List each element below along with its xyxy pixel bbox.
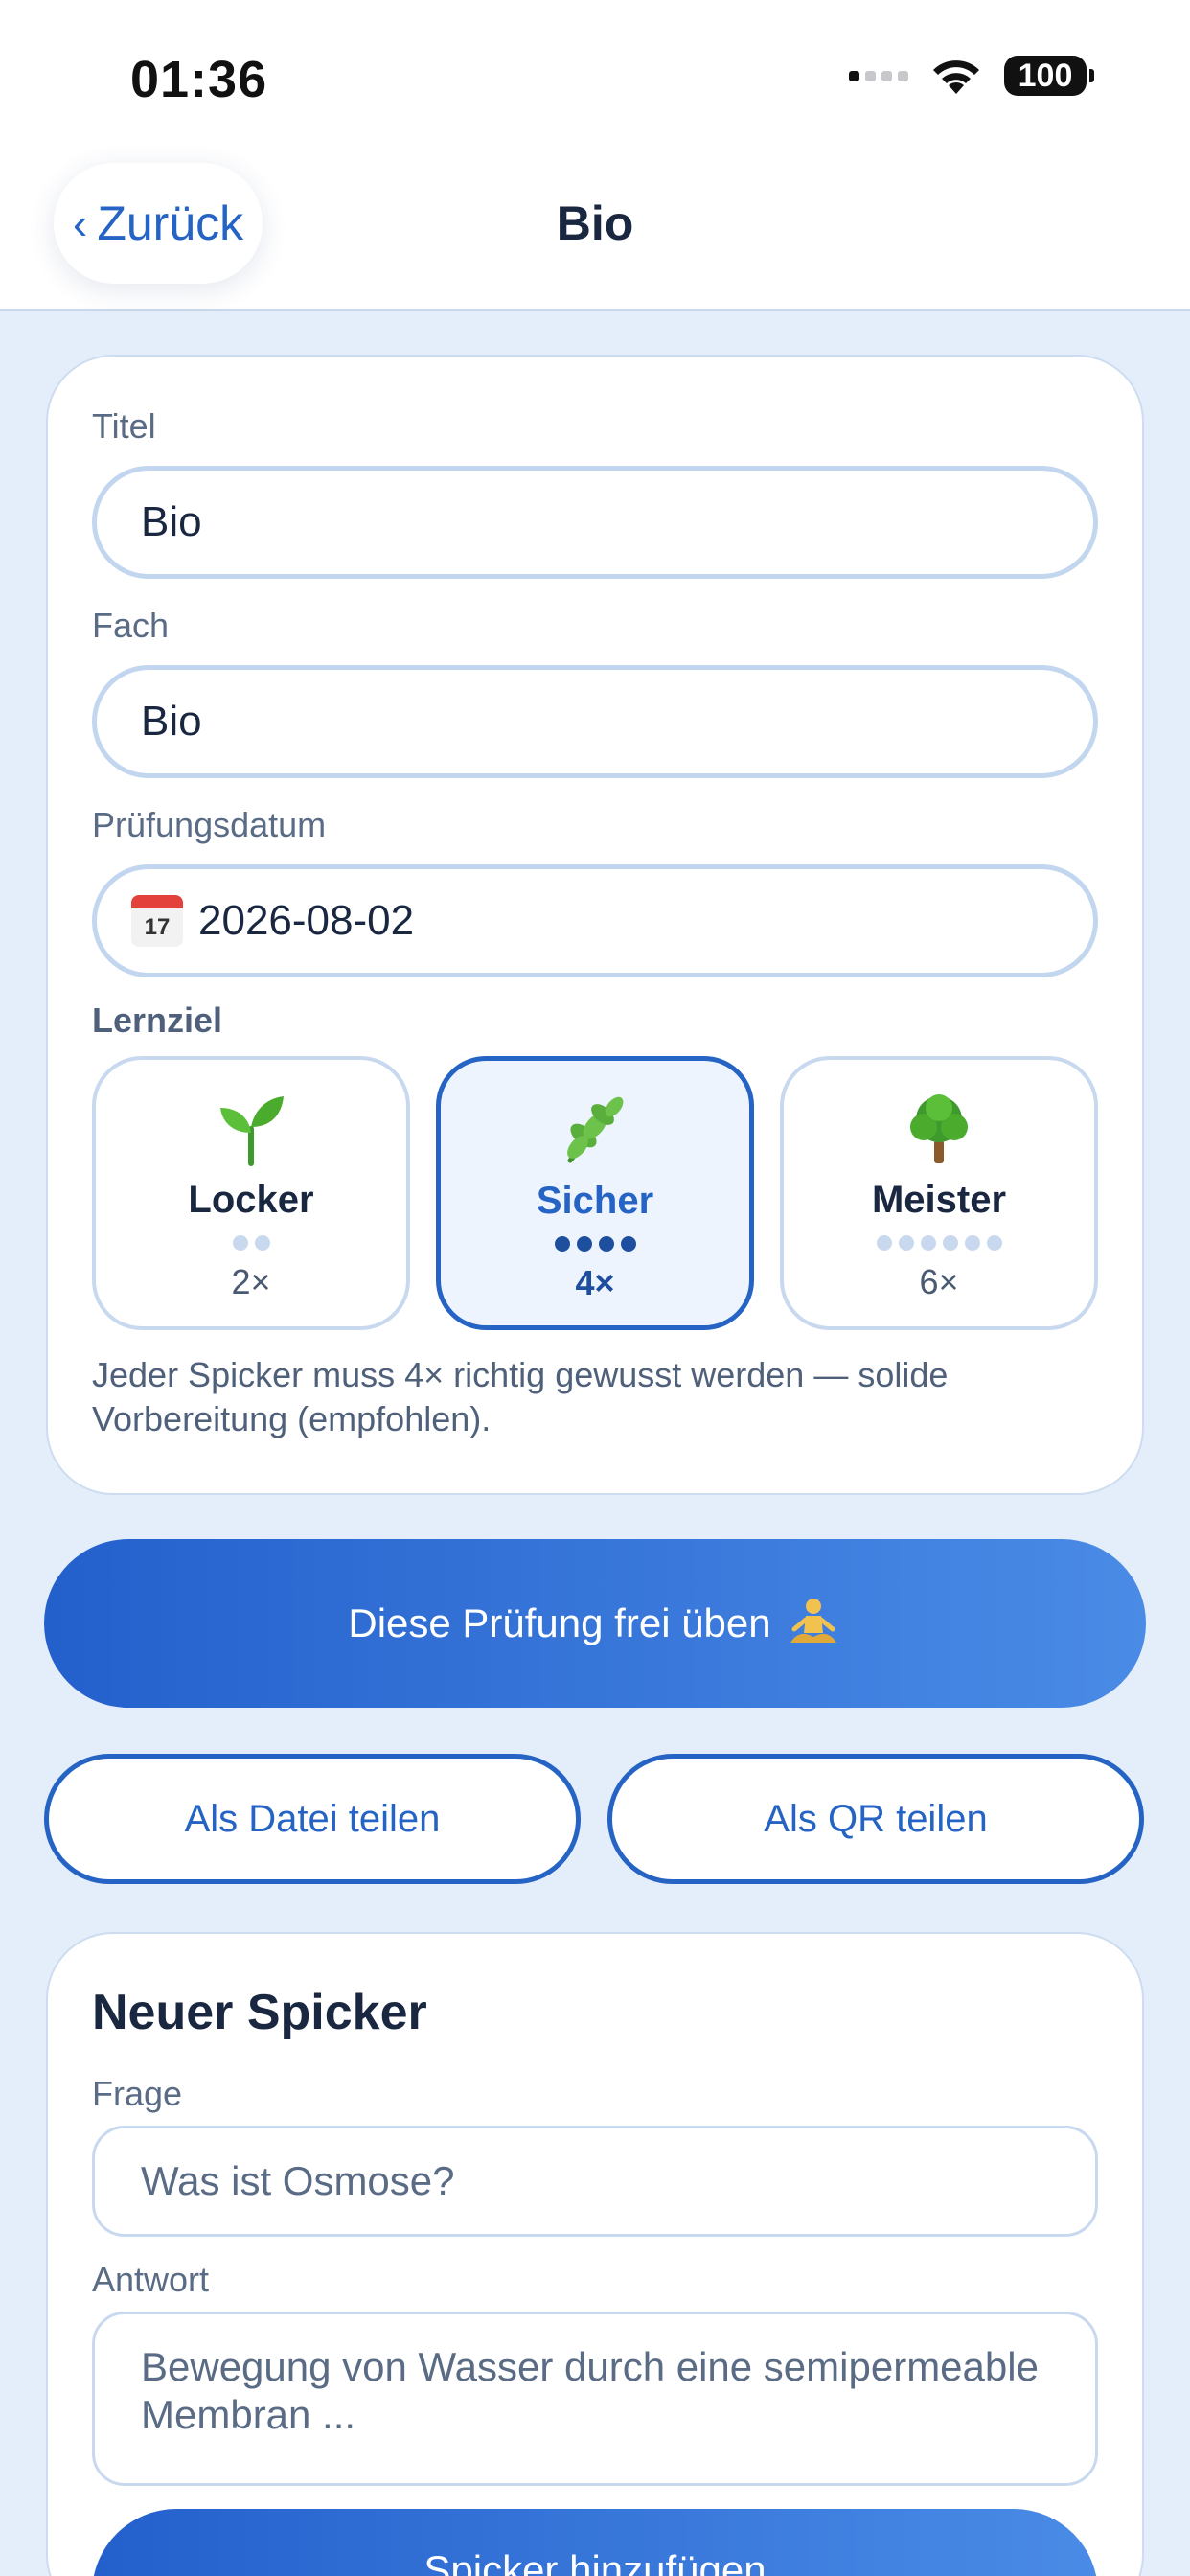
practice-exam-button[interactable]: Diese Prüfung frei üben — [44, 1539, 1146, 1708]
goal-name: Sicher — [536, 1180, 654, 1222]
share-file-button[interactable]: Als Datei teilen — [44, 1754, 581, 1884]
goal-option-locker[interactable]: Locker 2× — [92, 1056, 410, 1330]
calendar-icon: 17 — [131, 895, 183, 947]
goal-dots — [554, 1236, 636, 1252]
subject-label: Fach — [92, 606, 170, 645]
answer-label: Antwort — [92, 2260, 210, 2299]
title-field[interactable]: Bio — [92, 466, 1098, 579]
new-card-heading: Neuer Spicker — [92, 1985, 427, 2040]
goal-dots — [232, 1235, 270, 1251]
subject-field[interactable]: Bio — [92, 665, 1098, 778]
new-card-section: Neuer Spicker Frage Was ist Osmose? Antw… — [46, 1932, 1144, 2576]
goal-description: Jeder Spicker muss 4× richtig gewusst we… — [92, 1355, 949, 1438]
share-qr-button[interactable]: Als QR teilen — [607, 1754, 1144, 1884]
status-icons: 100 — [849, 56, 1094, 96]
goal-name: Locker — [188, 1179, 314, 1221]
wifi-icon — [933, 60, 979, 94]
goal-name: Meister — [871, 1179, 1007, 1221]
learning-goal-label: Lernziel — [92, 1000, 223, 1040]
page-title: Bio — [556, 196, 634, 250]
question-label: Frage — [92, 2074, 183, 2113]
practice-exam-label: Diese Prüfung frei üben — [348, 1600, 771, 1645]
question-input[interactable]: Was ist Osmose? — [92, 2126, 1098, 2237]
goal-count: 6× — [919, 1262, 959, 1301]
tree-icon — [901, 1091, 977, 1167]
goal-dots — [876, 1235, 1002, 1251]
exam-details-card: Titel Bio Fach Bio Prüfungsdatum 17 2026… — [46, 355, 1144, 1495]
answer-input[interactable]: Bewegung von Wasser durch eine semiperme… — [92, 2312, 1098, 2486]
meditation-icon — [790, 1598, 836, 1643]
status-bar: 01:36 100 — [0, 0, 1190, 153]
herb-icon — [557, 1092, 633, 1168]
navigation-bar: ‹ Zurück Bio — [0, 153, 1190, 310]
exam-date-label: Prüfungsdatum — [92, 805, 327, 844]
goal-option-meister[interactable]: Meister 6× — [780, 1056, 1098, 1330]
status-time: 01:36 — [130, 51, 268, 108]
goal-option-sicher[interactable]: Sicher 4× — [436, 1056, 754, 1330]
seedling-icon — [213, 1091, 289, 1167]
goal-count: 2× — [231, 1262, 271, 1301]
goal-count: 4× — [575, 1263, 615, 1302]
add-card-button[interactable]: Spicker hinzufügen — [92, 2509, 1098, 2576]
battery-icon: 100 — [1004, 56, 1094, 96]
cellular-signal-icon — [849, 70, 908, 81]
exam-date-field[interactable]: 17 2026-08-02 — [92, 864, 1098, 978]
title-label: Titel — [92, 406, 156, 446]
exam-date-value: 2026-08-02 — [198, 897, 415, 944]
